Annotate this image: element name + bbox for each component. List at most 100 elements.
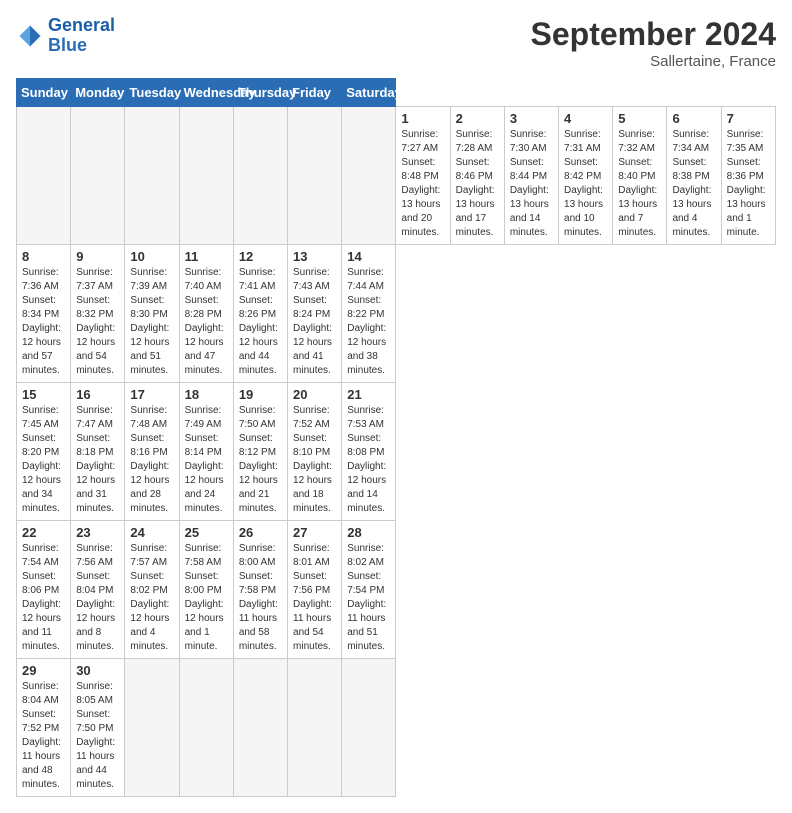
day-number: 27: [293, 525, 336, 540]
calendar-header-row: SundayMondayTuesdayWednesdayThursdayFrid…: [17, 79, 776, 107]
col-header-monday: Monday: [71, 79, 125, 107]
day-info: Sunrise: 7:28 AMSunset: 8:46 PMDaylight:…: [456, 128, 499, 240]
calendar-cell: 30 Sunrise: 8:05 AMSunset: 7:50 PMDayligh…: [71, 659, 125, 797]
day-number: 15: [22, 387, 65, 402]
day-info: Sunrise: 7:54 AMSunset: 8:06 PMDaylight:…: [22, 542, 65, 654]
day-info: Sunrise: 8:00 AMSunset: 7:58 PMDaylight:…: [239, 542, 282, 654]
week-row-5: 29 Sunrise: 8:04 AMSunset: 7:52 PMDayligh…: [17, 659, 776, 797]
col-header-thursday: Thursday: [233, 79, 287, 107]
day-info: Sunrise: 7:56 AMSunset: 8:04 PMDaylight:…: [76, 542, 119, 654]
calendar-cell: [125, 107, 179, 245]
calendar-cell: 26 Sunrise: 8:00 AMSunset: 7:58 PMDayligh…: [233, 521, 287, 659]
calendar-cell: [288, 107, 342, 245]
calendar-cell: 12 Sunrise: 7:41 AMSunset: 8:26 PMDayligh…: [233, 245, 287, 383]
week-row-2: 8 Sunrise: 7:36 AMSunset: 8:34 PMDaylight…: [17, 245, 776, 383]
day-number: 7: [727, 111, 770, 126]
calendar-cell: [179, 659, 233, 797]
col-header-friday: Friday: [288, 79, 342, 107]
day-number: 16: [76, 387, 119, 402]
page-header: General Blue September 2024 Sallertaine,…: [16, 16, 776, 70]
calendar-cell: [342, 659, 396, 797]
calendar-cell: 7 Sunrise: 7:35 AMSunset: 8:36 PMDaylight…: [721, 107, 775, 245]
day-number: 26: [239, 525, 282, 540]
calendar-cell: 8 Sunrise: 7:36 AMSunset: 8:34 PMDaylight…: [17, 245, 71, 383]
day-number: 1: [401, 111, 444, 126]
calendar-cell: 21Sunrise: 7:53 AMSunset: 8:08 PMDayligh…: [342, 383, 396, 521]
day-info: Sunrise: 7:37 AMSunset: 8:32 PMDaylight:…: [76, 266, 119, 378]
day-info: Sunrise: 7:27 AMSunset: 8:48 PMDaylight:…: [401, 128, 444, 240]
calendar-cell: [233, 659, 287, 797]
day-number: 24: [130, 525, 173, 540]
calendar-cell: 11Sunrise: 7:40 AMSunset: 8:28 PMDayligh…: [179, 245, 233, 383]
day-number: 10: [130, 249, 173, 264]
day-info: Sunrise: 7:40 AMSunset: 8:28 PMDaylight:…: [185, 266, 228, 378]
day-info: Sunrise: 7:49 AMSunset: 8:14 PMDaylight:…: [185, 404, 228, 516]
day-number: 13: [293, 249, 336, 264]
day-info: Sunrise: 7:41 AMSunset: 8:26 PMDaylight:…: [239, 266, 282, 378]
calendar-cell: 22Sunrise: 7:54 AMSunset: 8:06 PMDayligh…: [17, 521, 71, 659]
col-header-wednesday: Wednesday: [179, 79, 233, 107]
calendar-cell: 24 Sunrise: 7:57 AMSunset: 8:02 PMDayligh…: [125, 521, 179, 659]
calendar-cell: [342, 107, 396, 245]
day-number: 28: [347, 525, 390, 540]
calendar-cell: 20 Sunrise: 7:52 AMSunset: 8:10 PMDayligh…: [288, 383, 342, 521]
calendar-cell: 16Sunrise: 7:47 AMSunset: 8:18 PMDayligh…: [71, 383, 125, 521]
day-number: 30: [76, 663, 119, 678]
day-number: 5: [618, 111, 661, 126]
col-header-saturday: Saturday: [342, 79, 396, 107]
calendar-cell: 5Sunrise: 7:32 AMSunset: 8:40 PMDaylight…: [613, 107, 667, 245]
calendar-cell: 1 Sunrise: 7:27 AMSunset: 8:48 PMDaylight…: [396, 107, 450, 245]
calendar-cell: [71, 107, 125, 245]
month-title: September 2024: [531, 16, 776, 53]
calendar-cell: 13 Sunrise: 7:43 AMSunset: 8:24 PMDayligh…: [288, 245, 342, 383]
calendar-cell: 28 Sunrise: 8:02 AMSunset: 7:54 PMDayligh…: [342, 521, 396, 659]
day-info: Sunrise: 7:45 AMSunset: 8:20 PMDaylight:…: [22, 404, 65, 516]
week-row-1: 1 Sunrise: 7:27 AMSunset: 8:48 PMDaylight…: [17, 107, 776, 245]
day-info: Sunrise: 7:39 AMSunset: 8:30 PMDaylight:…: [130, 266, 173, 378]
day-number: 8: [22, 249, 65, 264]
day-info: Sunrise: 7:43 AMSunset: 8:24 PMDaylight:…: [293, 266, 336, 378]
day-info: Sunrise: 7:44 AMSunset: 8:22 PMDaylight:…: [347, 266, 390, 378]
day-info: Sunrise: 8:04 AMSunset: 7:52 PMDaylight:…: [22, 680, 65, 792]
calendar-cell: [17, 107, 71, 245]
day-info: Sunrise: 7:36 AMSunset: 8:34 PMDaylight:…: [22, 266, 65, 378]
day-info: Sunrise: 8:01 AMSunset: 7:56 PMDaylight:…: [293, 542, 336, 654]
logo-blue: Blue: [48, 35, 87, 55]
calendar-cell: 3Sunrise: 7:30 AMSunset: 8:44 PMDaylight…: [504, 107, 558, 245]
day-info: Sunrise: 7:31 AMSunset: 8:42 PMDaylight:…: [564, 128, 607, 240]
day-number: 6: [672, 111, 715, 126]
day-number: 29: [22, 663, 65, 678]
day-info: Sunrise: 7:57 AMSunset: 8:02 PMDaylight:…: [130, 542, 173, 654]
calendar-cell: 27 Sunrise: 8:01 AMSunset: 7:56 PMDayligh…: [288, 521, 342, 659]
logo: General Blue: [16, 16, 115, 56]
calendar-cell: 2Sunrise: 7:28 AMSunset: 8:46 PMDaylight…: [450, 107, 504, 245]
calendar-cell: 23 Sunrise: 7:56 AMSunset: 8:04 PMDayligh…: [71, 521, 125, 659]
day-info: Sunrise: 7:52 AMSunset: 8:10 PMDaylight:…: [293, 404, 336, 516]
day-number: 12: [239, 249, 282, 264]
day-number: 3: [510, 111, 553, 126]
calendar-cell: 19Sunrise: 7:50 AMSunset: 8:12 PMDayligh…: [233, 383, 287, 521]
day-number: 17: [130, 387, 173, 402]
day-number: 21: [347, 387, 390, 402]
week-row-3: 15 Sunrise: 7:45 AMSunset: 8:20 PMDayligh…: [17, 383, 776, 521]
logo-text: General Blue: [48, 16, 115, 56]
day-number: 20: [293, 387, 336, 402]
calendar-cell: 4 Sunrise: 7:31 AMSunset: 8:42 PMDaylight…: [559, 107, 613, 245]
calendar-cell: [233, 107, 287, 245]
title-block: September 2024 Sallertaine, France: [531, 16, 776, 70]
day-number: 14: [347, 249, 390, 264]
col-header-tuesday: Tuesday: [125, 79, 179, 107]
logo-icon: [16, 22, 44, 50]
week-row-4: 22Sunrise: 7:54 AMSunset: 8:06 PMDayligh…: [17, 521, 776, 659]
calendar-cell: 18Sunrise: 7:49 AMSunset: 8:14 PMDayligh…: [179, 383, 233, 521]
calendar-cell: [179, 107, 233, 245]
day-info: Sunrise: 8:02 AMSunset: 7:54 PMDaylight:…: [347, 542, 390, 654]
calendar-cell: [288, 659, 342, 797]
day-number: 23: [76, 525, 119, 540]
calendar-cell: 25Sunrise: 7:58 AMSunset: 8:00 PMDayligh…: [179, 521, 233, 659]
day-info: Sunrise: 7:35 AMSunset: 8:36 PMDaylight:…: [727, 128, 770, 240]
calendar-cell: 6Sunrise: 7:34 AMSunset: 8:38 PMDaylight…: [667, 107, 721, 245]
day-info: Sunrise: 7:50 AMSunset: 8:12 PMDaylight:…: [239, 404, 282, 516]
day-number: 4: [564, 111, 607, 126]
day-info: Sunrise: 8:05 AMSunset: 7:50 PMDaylight:…: [76, 680, 119, 792]
